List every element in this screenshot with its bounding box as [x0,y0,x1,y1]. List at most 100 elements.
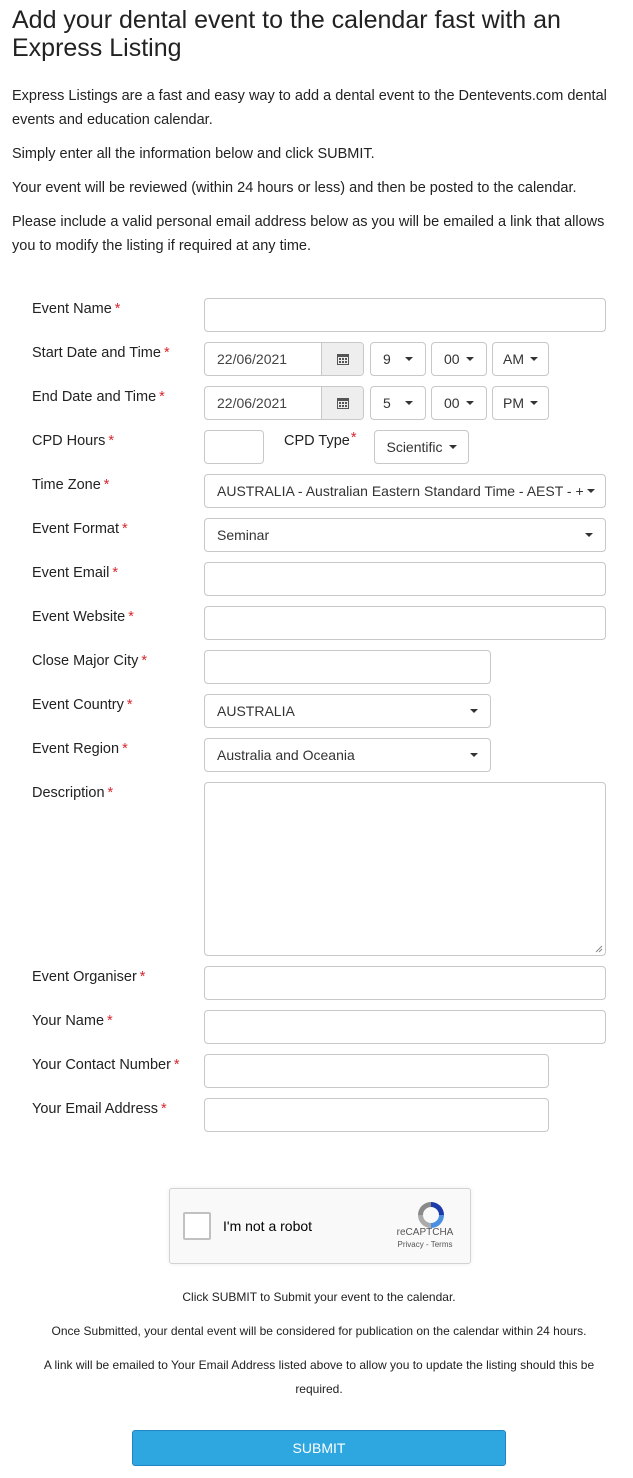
select-value: Scientific [386,439,443,455]
end-date-label: End Date and Time * [32,389,165,405]
description-textarea[interactable] [204,782,606,956]
chevron-down-icon [587,489,595,493]
chevron-down-icon [405,357,413,361]
select-value: 9 [383,351,391,367]
submit-note: Once Submitted, your dental event will b… [51,1324,587,1338]
label-text: CPD Type [284,433,350,449]
end-date-value: 22/06/2021 [217,395,288,411]
chevron-down-icon [405,401,413,405]
event-name-input[interactable] [204,298,606,332]
event-format-label: Event Format * [32,521,128,537]
label-text: Close Major City [32,653,139,669]
required-mark: * [159,389,165,405]
event-email-input[interactable] [204,562,606,596]
email-address-input[interactable] [204,1098,549,1132]
cpd-hours-label: CPD Hours * [32,433,114,449]
chevron-down-icon [585,533,593,537]
event-country-label: Event Country * [32,697,133,713]
required-mark: * [112,565,119,581]
time-zone-label: Time Zone * [32,477,109,493]
page-title: Add your dental event to the calendar fa… [12,6,561,62]
end-hour-select[interactable]: 5 [370,386,426,420]
calendar-icon[interactable] [321,387,363,419]
required-mark: * [103,477,110,493]
recaptcha-widget: I'm not a robot reCAPTCHA Privacy - Term… [169,1188,471,1264]
label-text: Event Name [32,301,112,317]
submit-note: Click SUBMIT to Submit your event to the… [182,1290,456,1304]
select-value: AM [503,351,524,367]
cpd-hours-input[interactable] [204,430,264,464]
required-mark: * [108,433,114,449]
select-value: Seminar [217,527,270,543]
select-value: 00 [444,395,460,411]
label-text: CPD Hours [32,433,106,449]
intro-paragraph: Your event will be reviewed (within 24 h… [12,180,577,196]
recaptcha-checkbox[interactable] [183,1212,211,1240]
event-website-input[interactable] [204,606,606,640]
event-email-label: Event Email * [32,565,118,581]
label-text: Event Website [32,609,126,625]
label-text: Start Date and Time [32,345,161,361]
event-organiser-label: Event Organiser * [32,969,145,985]
recaptcha-label: I'm not a robot [223,1218,313,1234]
required-mark: * [107,785,114,801]
chevron-down-icon [530,357,538,361]
label-text: Event Format [32,521,120,537]
end-minute-select[interactable]: 00 [431,386,487,420]
submit-note: A link will be emailed to Your Email Add… [43,1358,595,1396]
event-country-select[interactable]: AUSTRALIA [204,694,491,728]
label-text: Your Contact Number [32,1057,171,1073]
event-region-label: Event Region * [32,741,128,757]
start-date-value: 22/06/2021 [217,351,288,367]
intro-paragraph: Simply enter all the information below a… [12,146,375,162]
required-mark: * [161,1101,167,1117]
intro-paragraph: Please include a valid personal email ad… [12,214,605,254]
start-date-input[interactable]: 22/06/2021 [204,342,364,376]
event-organiser-input[interactable] [204,966,606,1000]
start-hour-select[interactable]: 9 [370,342,426,376]
chevron-down-icon [466,357,474,361]
select-value: AUSTRALIA - Australian Eastern Standard … [217,483,583,499]
label-text: Event Country [32,697,124,713]
label-text: Event Email [32,565,110,581]
start-date-label: Start Date and Time * [32,345,170,361]
event-name-label: Event Name * [32,301,120,317]
required-mark: * [141,653,148,669]
your-name-label: Your Name * [32,1013,113,1029]
cpd-type-button[interactable]: Scientific [374,430,469,464]
end-ampm-button[interactable]: PM [492,386,549,420]
required-mark: * [128,609,134,625]
chevron-down-icon [530,401,538,405]
email-address-label: Your Email Address * [32,1101,167,1117]
required-mark: * [163,345,170,361]
end-date-input[interactable]: 22/06/2021 [204,386,364,420]
select-value: AUSTRALIA [217,703,295,719]
chevron-down-icon [470,709,478,713]
contact-number-input[interactable] [204,1054,549,1088]
label-text: Your Name [32,1013,105,1029]
label-text: Event Region [32,741,120,757]
recaptcha-links[interactable]: Privacy - Terms [390,1240,460,1249]
start-minute-select[interactable]: 00 [431,342,487,376]
chevron-down-icon [470,753,478,757]
select-value: PM [503,395,524,411]
your-name-input[interactable] [204,1010,606,1044]
submit-button[interactable]: SUBMIT [132,1430,506,1466]
intro-paragraph: Express Listings are a fast and easy way… [12,88,607,128]
start-ampm-button[interactable]: AM [492,342,549,376]
required-mark: * [114,301,121,317]
select-value: 00 [444,351,460,367]
description-label: Description * [32,785,113,801]
close-major-city-input[interactable] [204,650,491,684]
event-region-select[interactable]: Australia and Oceania [204,738,491,772]
calendar-icon[interactable] [321,343,363,375]
contact-number-label: Your Contact Number * [32,1057,180,1073]
event-format-select[interactable]: Seminar [204,518,606,552]
required-mark: * [122,741,128,757]
required-mark: * [173,1057,180,1073]
time-zone-select[interactable]: AUSTRALIA - Australian Eastern Standard … [204,474,606,508]
resize-handle-icon[interactable] [595,945,603,953]
label-text: Your Email Address [32,1101,159,1117]
required-mark: * [107,1013,113,1029]
required-mark: * [126,697,133,713]
